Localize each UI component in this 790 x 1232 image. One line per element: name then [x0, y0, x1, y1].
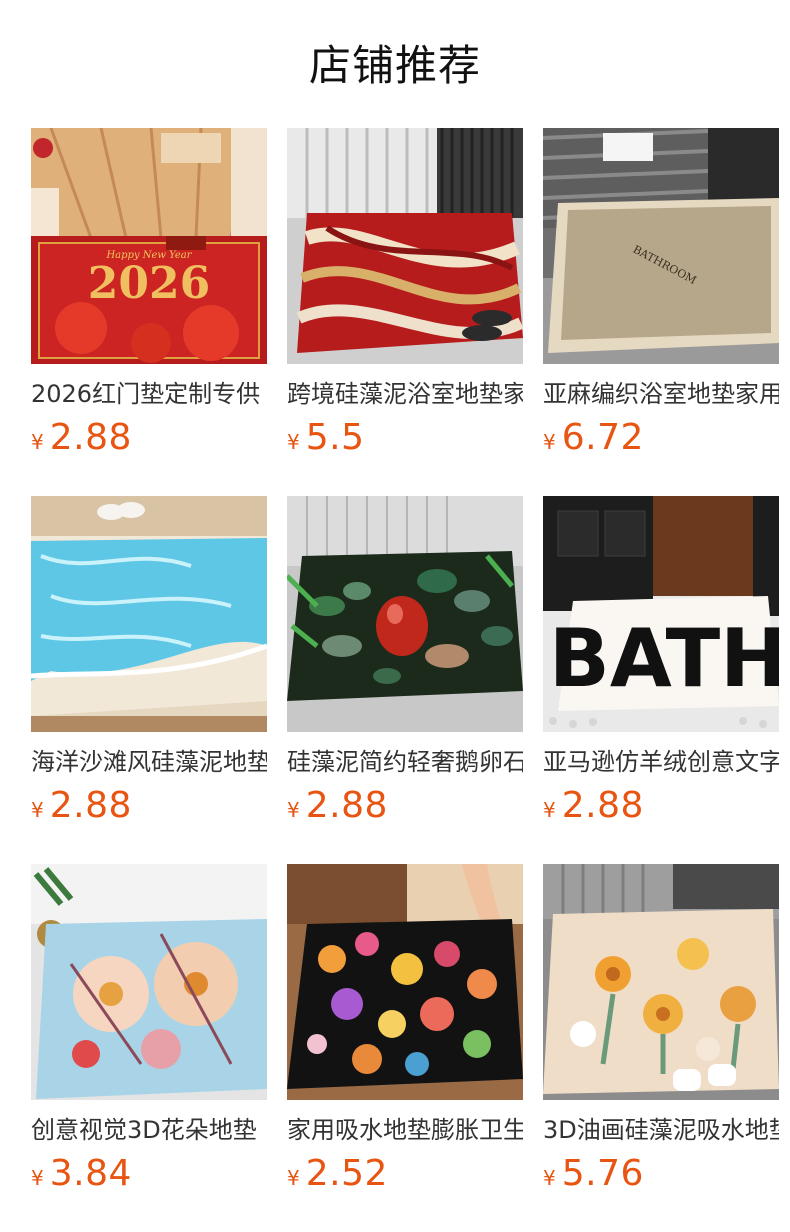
- price-value: 2.88: [561, 785, 644, 826]
- product-card[interactable]: 跨境硅藻泥浴室地垫家用 ¥5.5: [287, 128, 523, 458]
- currency-symbol: ¥: [287, 430, 300, 454]
- product-card[interactable]: 海洋沙滩风硅藻泥地垫 ¥2.88: [31, 496, 267, 826]
- currency-symbol: ¥: [287, 1166, 300, 1190]
- product-name[interactable]: 海洋沙滩风硅藻泥地垫: [31, 746, 267, 778]
- product-name[interactable]: 亚麻编织浴室地垫家用: [543, 378, 779, 410]
- currency-symbol: ¥: [31, 430, 44, 454]
- currency-symbol: ¥: [543, 430, 556, 454]
- product-image[interactable]: Happy New Year 2026: [31, 128, 267, 364]
- product-price: ¥5.5: [287, 418, 523, 458]
- product-price: ¥2.88: [543, 786, 779, 826]
- price-value: 5.5: [305, 417, 365, 458]
- price-value: 2.88: [305, 785, 388, 826]
- currency-symbol: ¥: [543, 1166, 556, 1190]
- price-value: 3.84: [49, 1153, 132, 1194]
- product-card[interactable]: 创意视觉3D花朵地垫 ¥3.84: [31, 864, 267, 1194]
- price-value: 2.88: [49, 417, 132, 458]
- product-image[interactable]: [287, 496, 523, 732]
- product-price: ¥2.88: [287, 786, 523, 826]
- currency-symbol: ¥: [31, 798, 44, 822]
- price-value: 5.76: [561, 1153, 644, 1194]
- product-card[interactable]: BATHROOM 亚麻编织浴室地垫家用 ¥6.72: [543, 128, 779, 458]
- currency-symbol: ¥: [287, 798, 300, 822]
- product-name[interactable]: 家用吸水地垫膨胀卫生间: [287, 1114, 523, 1146]
- product-price: ¥6.72: [543, 418, 779, 458]
- price-value: 2.52: [305, 1153, 388, 1194]
- currency-symbol: ¥: [543, 798, 556, 822]
- product-name[interactable]: 亚马逊仿羊绒创意文字: [543, 746, 779, 778]
- product-image[interactable]: [31, 864, 267, 1100]
- product-image[interactable]: [287, 128, 523, 364]
- product-name[interactable]: 2026红门垫定制专供: [31, 378, 267, 410]
- price-value: 6.72: [561, 417, 644, 458]
- product-image[interactable]: [543, 864, 779, 1100]
- currency-symbol: ¥: [31, 1166, 44, 1190]
- product-price: ¥3.84: [31, 1154, 267, 1194]
- product-price: ¥2.88: [31, 418, 267, 458]
- product-name[interactable]: 3D油画硅藻泥吸水地垫: [543, 1114, 779, 1146]
- product-image[interactable]: BATHROOM: [543, 128, 779, 364]
- product-name[interactable]: 跨境硅藻泥浴室地垫家用: [287, 378, 523, 410]
- svg-text:BATH: BATH: [549, 612, 779, 705]
- product-price: ¥2.88: [31, 786, 267, 826]
- product-card[interactable]: 家用吸水地垫膨胀卫生间 ¥2.52: [287, 864, 523, 1194]
- product-card[interactable]: BATH 亚马逊仿羊绒创意文字 ¥2.88: [543, 496, 779, 826]
- product-card[interactable]: 硅藻泥简约轻奢鹅卵石地垫 ¥2.88: [287, 496, 523, 826]
- product-image[interactable]: BATH: [543, 496, 779, 732]
- product-price: ¥2.52: [287, 1154, 523, 1194]
- product-price: ¥5.76: [543, 1154, 779, 1194]
- price-value: 2.88: [49, 785, 132, 826]
- product-grid: Happy New Year 2026 2026红门垫定制专供 ¥2.88 跨境…: [0, 0, 790, 1232]
- svg-text:2026: 2026: [88, 258, 210, 309]
- product-image[interactable]: [31, 496, 267, 732]
- product-name[interactable]: 创意视觉3D花朵地垫: [31, 1114, 267, 1146]
- product-card[interactable]: Happy New Year 2026 2026红门垫定制专供 ¥2.88: [31, 128, 267, 458]
- product-image[interactable]: [287, 864, 523, 1100]
- product-name[interactable]: 硅藻泥简约轻奢鹅卵石地垫: [287, 746, 523, 778]
- product-card[interactable]: 3D油画硅藻泥吸水地垫 ¥5.76: [543, 864, 779, 1194]
